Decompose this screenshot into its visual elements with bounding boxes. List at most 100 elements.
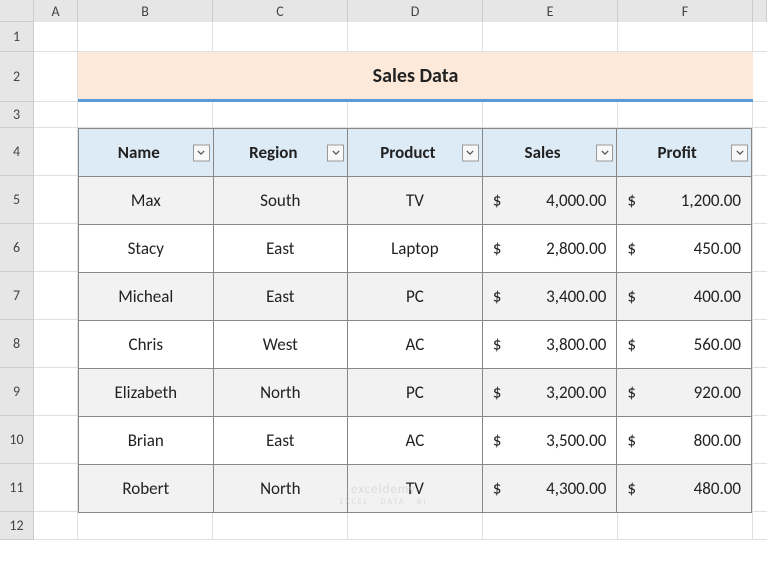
row-headers: 123456789101112 — [0, 22, 34, 540]
filter-dropdown-button[interactable] — [596, 144, 613, 161]
column-header-E[interactable]: E — [483, 0, 618, 22]
chevron-down-icon — [601, 150, 609, 156]
cell-product[interactable]: AC — [348, 321, 483, 369]
cell[interactable] — [618, 22, 753, 51]
cell-name[interactable]: Elizabeth — [79, 369, 214, 417]
cell-sales[interactable]: $4,000.00 — [482, 177, 617, 225]
row-header-8[interactable]: 8 — [0, 320, 34, 368]
cell-region[interactable]: South — [213, 177, 348, 225]
row-header-12[interactable]: 12 — [0, 512, 34, 540]
cell[interactable] — [34, 22, 78, 51]
cell[interactable] — [34, 128, 78, 175]
cell-region[interactable]: North — [213, 369, 348, 417]
cell[interactable] — [78, 102, 213, 127]
cell-sales[interactable]: $3,400.00 — [482, 273, 617, 321]
cell[interactable] — [348, 102, 483, 127]
cell-profit[interactable]: $400.00 — [617, 273, 752, 321]
cell[interactable] — [34, 102, 78, 127]
row-header-10[interactable]: 10 — [0, 416, 34, 464]
header-product[interactable]: Product — [348, 129, 483, 177]
cell[interactable] — [78, 512, 213, 539]
cell-name[interactable]: Micheal — [79, 273, 214, 321]
filter-dropdown-button[interactable] — [462, 144, 479, 161]
cell[interactable] — [34, 224, 78, 271]
select-all-corner[interactable] — [0, 0, 34, 22]
cell-name[interactable]: Max — [79, 177, 214, 225]
cell[interactable] — [213, 512, 348, 539]
cell-profit[interactable]: $480.00 — [617, 465, 752, 513]
cell-profit[interactable]: $560.00 — [617, 321, 752, 369]
row-header-2[interactable]: 2 — [0, 52, 34, 102]
cell[interactable] — [348, 22, 483, 51]
header-sales[interactable]: Sales — [482, 129, 617, 177]
row-header-7[interactable]: 7 — [0, 272, 34, 320]
cell[interactable] — [34, 52, 78, 101]
cell-product[interactable]: AC — [348, 417, 483, 465]
cell-name[interactable]: Stacy — [79, 225, 214, 273]
title-banner: Sales Data — [78, 52, 753, 102]
cell[interactable] — [34, 272, 78, 319]
cell-sales[interactable]: $4,300.00 — [482, 465, 617, 513]
sales-data-table: NameRegionProductSalesProfit MaxSouthTV$… — [78, 128, 752, 513]
cell[interactable] — [348, 512, 483, 539]
cell-region[interactable]: North — [213, 465, 348, 513]
column-header-A[interactable]: A — [34, 0, 78, 22]
cell-name[interactable]: Brian — [79, 417, 214, 465]
title-text: Sales Data — [373, 64, 459, 88]
filter-dropdown-button[interactable] — [193, 144, 210, 161]
column-header-F[interactable]: F — [618, 0, 753, 22]
cell-region[interactable]: East — [213, 225, 348, 273]
cell-profit[interactable]: $450.00 — [617, 225, 752, 273]
table-row: ChrisWestAC$3,800.00$560.00 — [79, 321, 752, 369]
filter-dropdown-button[interactable] — [327, 144, 344, 161]
cell-name[interactable]: Robert — [79, 465, 214, 513]
cell-product[interactable]: PC — [348, 369, 483, 417]
cell-sales[interactable]: $2,800.00 — [482, 225, 617, 273]
cell-profit[interactable]: $1,200.00 — [617, 177, 752, 225]
cell[interactable] — [618, 512, 753, 539]
cell-product[interactable]: Laptop — [348, 225, 483, 273]
header-name[interactable]: Name — [79, 129, 214, 177]
cell[interactable] — [483, 512, 618, 539]
cell[interactable] — [618, 102, 753, 127]
cell[interactable] — [78, 22, 213, 51]
cell-sales[interactable]: $3,500.00 — [482, 417, 617, 465]
cell-region[interactable]: East — [213, 417, 348, 465]
cell[interactable] — [34, 320, 78, 367]
cell[interactable] — [34, 512, 78, 539]
row-header-1[interactable]: 1 — [0, 22, 34, 52]
chevron-down-icon — [736, 150, 744, 156]
cell[interactable] — [483, 22, 618, 51]
cell-region[interactable]: West — [213, 321, 348, 369]
row-header-5[interactable]: 5 — [0, 176, 34, 224]
cell[interactable] — [213, 102, 348, 127]
filter-dropdown-button[interactable] — [731, 144, 748, 161]
cell-profit[interactable]: $800.00 — [617, 417, 752, 465]
chevron-down-icon — [466, 150, 474, 156]
cell-sales[interactable]: $3,200.00 — [482, 369, 617, 417]
row-header-4[interactable]: 4 — [0, 128, 34, 176]
cell-name[interactable]: Chris — [79, 321, 214, 369]
header-profit[interactable]: Profit — [617, 129, 752, 177]
row-header-9[interactable]: 9 — [0, 368, 34, 416]
cell-sales[interactable]: $3,800.00 — [482, 321, 617, 369]
column-header-D[interactable]: D — [348, 0, 483, 22]
column-header-B[interactable]: B — [78, 0, 213, 22]
row-header-6[interactable]: 6 — [0, 224, 34, 272]
cell-product[interactable]: TV — [348, 177, 483, 225]
cell-product[interactable]: PC — [348, 273, 483, 321]
header-region[interactable]: Region — [213, 129, 348, 177]
cell-region[interactable]: East — [213, 273, 348, 321]
table-row: MichealEastPC$3,400.00$400.00 — [79, 273, 752, 321]
cell[interactable] — [34, 176, 78, 223]
cell[interactable] — [34, 464, 78, 511]
row-header-11[interactable]: 11 — [0, 464, 34, 512]
cell[interactable] — [213, 22, 348, 51]
cell[interactable] — [34, 416, 78, 463]
cell[interactable] — [483, 102, 618, 127]
row-header-3[interactable]: 3 — [0, 102, 34, 128]
cell-profit[interactable]: $920.00 — [617, 369, 752, 417]
column-header-C[interactable]: C — [213, 0, 348, 22]
cell[interactable] — [34, 368, 78, 415]
column-headers: ABCDEF — [0, 0, 767, 22]
